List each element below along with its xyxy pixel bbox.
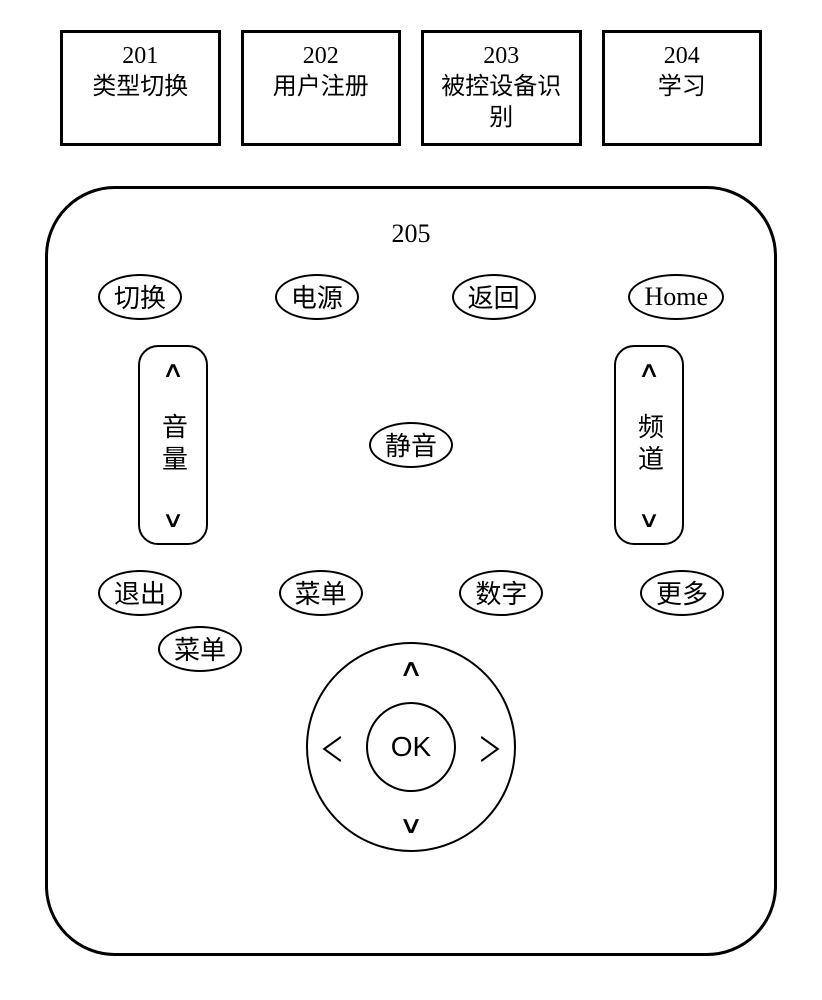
btn-home[interactable]: Home [628,274,724,320]
btn-more[interactable]: 更多 [640,570,724,616]
btn-power[interactable]: 电源 [275,274,359,320]
btn-mute[interactable]: 静音 [369,422,453,468]
remote-panel: 205 切换 电源 返回 Home ∧ 音量 ∨ 静音 ∧ 频道 ∨ 退出 菜单… [45,186,777,956]
dpad-right-icon[interactable]: ＞ [478,722,502,771]
opt-num: 201 [73,41,208,72]
dpad-up-icon[interactable]: ∧ [399,654,424,683]
volume-down-icon[interactable]: ∨ [162,509,185,531]
channel-down-icon[interactable]: ∨ [638,509,661,531]
opt-user-register[interactable]: 202 用户注册 [241,30,402,146]
dpad-left-icon[interactable]: ＜ [320,722,344,771]
channel-label: 频道 [630,413,667,477]
btn-exit[interactable]: 退出 [98,570,182,616]
opt-num: 204 [615,41,750,72]
volume-label: 音量 [155,413,192,477]
opt-label: 被控设备识别 [441,74,561,131]
volume-up-icon[interactable]: ∧ [162,359,185,381]
opt-label: 学习 [658,74,706,100]
btn-menu[interactable]: 菜单 [279,570,363,616]
row-top-buttons: 切换 电源 返回 Home [88,274,734,320]
opt-num: 203 [434,41,569,72]
btn-menu-2[interactable]: 菜单 [158,626,242,672]
opt-device-identify[interactable]: 203 被控设备识别 [421,30,582,146]
btn-ok[interactable]: OK [366,702,456,792]
opt-num: 202 [254,41,389,72]
dpad: ∧ ∨ ＜ ＞ OK [306,642,516,852]
panel-number: 205 [88,219,734,249]
opt-type-switch[interactable]: 201 类型切换 [60,30,221,146]
top-option-row: 201 类型切换 202 用户注册 203 被控设备识别 204 学习 [40,30,782,146]
row-rockers: ∧ 音量 ∨ 静音 ∧ 频道 ∨ [88,345,734,545]
opt-learn[interactable]: 204 学习 [602,30,763,146]
channel-rocker[interactable]: ∧ 频道 ∨ [614,345,684,545]
opt-label: 类型切换 [92,74,188,100]
dpad-container: ∧ ∨ ＜ ＞ OK [88,642,734,852]
btn-number[interactable]: 数字 [459,570,543,616]
btn-switch[interactable]: 切换 [98,274,182,320]
btn-back[interactable]: 返回 [452,274,536,320]
dpad-down-icon[interactable]: ∨ [399,811,424,840]
opt-label: 用户注册 [273,74,369,100]
volume-rocker[interactable]: ∧ 音量 ∨ [138,345,208,545]
channel-up-icon[interactable]: ∧ [638,359,661,381]
row-function-buttons: 退出 菜单 数字 更多 [88,570,734,616]
